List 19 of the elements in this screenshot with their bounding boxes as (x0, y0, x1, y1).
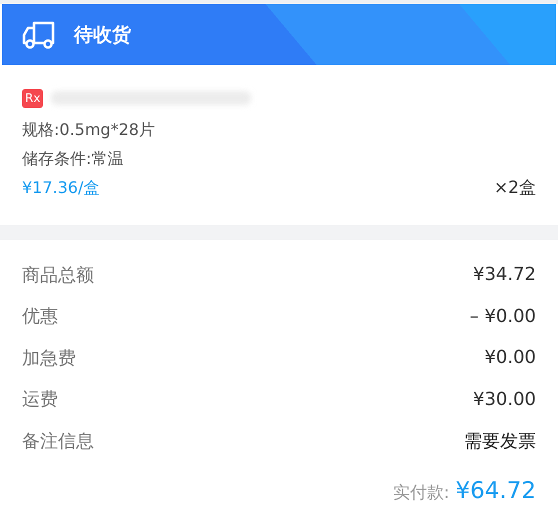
summary-label: 运费 (22, 388, 58, 412)
status-title: 待收货 (74, 22, 131, 48)
summary-label: 备注信息 (22, 430, 94, 453)
summary-value: – ¥0.00 (470, 306, 536, 327)
rx-badge: Rx (22, 88, 44, 108)
summary-label: 商品总额 (22, 264, 94, 287)
summary-value: ¥30.00 (473, 388, 536, 410)
summary-value: ¥0.00 (484, 347, 536, 368)
summary-label: 加急费 (22, 346, 76, 370)
total-label: 实付款: (392, 482, 450, 504)
summary-value: 需要发票 (464, 430, 536, 453)
unit-price: ¥17.36/盒 (22, 177, 100, 199)
summary-label: 优惠 (22, 305, 58, 328)
spec-text: 规格:0.5mg*28片 (22, 119, 156, 141)
total-amount: ¥64.72 (456, 478, 536, 504)
quantity-text: ×2盒 (494, 177, 536, 200)
summary-value: ¥34.72 (473, 264, 536, 286)
truck-icon (22, 20, 56, 50)
storage-text: 储存条件:常温 (22, 148, 124, 170)
